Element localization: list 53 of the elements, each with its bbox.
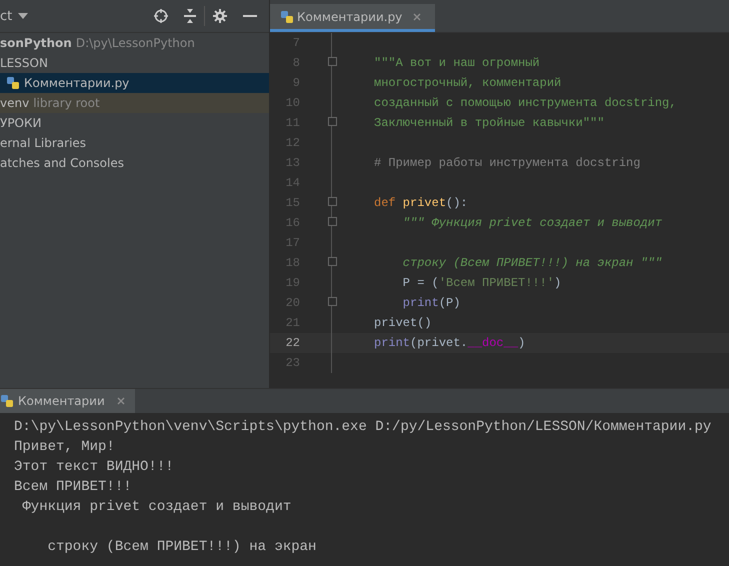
- code-line: print(P): [402, 296, 460, 310]
- panel-title: ct: [0, 8, 12, 24]
- tree-item-label: venv: [0, 96, 30, 110]
- tree-item[interactable]: Комментарии.py: [0, 73, 269, 93]
- editor-tab[interactable]: Комментарии.py: [270, 4, 436, 32]
- close-icon[interactable]: [413, 12, 422, 20]
- code-line: print(privet.__doc__): [374, 336, 526, 350]
- tree-item-label: Комментарии.py: [24, 76, 130, 90]
- code-line: def privet():: [374, 196, 468, 210]
- settings-icon[interactable]: [213, 9, 227, 23]
- tree-item-label: УРОКИ: [0, 116, 42, 130]
- fold-marker-icon[interactable]: [328, 297, 337, 306]
- console-output-line: Всем ПРИВЕТ!!!: [14, 479, 132, 495]
- tree-item[interactable]: УРОКИ: [0, 113, 269, 133]
- console-output-line: Этот текст ВИДНО!!!: [14, 459, 174, 475]
- fold-marker-icon[interactable]: [328, 197, 337, 206]
- tree-item-label: sonPython: [0, 36, 72, 50]
- console-output-line: Привет, Мир!: [14, 439, 115, 455]
- fold-marker-icon[interactable]: [328, 57, 337, 66]
- code-line: Заключенный в тройные кавычки""": [374, 116, 604, 130]
- console-output-line: строку (Всем ПРИВЕТ!!!) на экран: [46, 539, 316, 555]
- code-line: """ Функция privet создает и выводит: [402, 216, 662, 230]
- code-line: P = ('Всем ПРИВЕТ!!!'): [402, 276, 562, 290]
- console-output-line: D:\py\LessonPython\venv\Scripts\python.exe D:/py/LessonPython/LESSON/Комментарии.py: [14, 419, 712, 435]
- python-file-icon: [6, 76, 20, 90]
- tree-item[interactable]: ernal Libraries: [0, 133, 269, 153]
- fold-marker-icon[interactable]: [328, 257, 337, 266]
- run-tab[interactable]: Комментарии: [0, 389, 135, 413]
- fold-marker-icon[interactable]: [328, 117, 337, 126]
- tree-item-label: ernal Libraries: [0, 136, 86, 150]
- line-number: 22: [284, 336, 301, 350]
- python-file-icon: [0, 394, 14, 408]
- code-line: строку (Всем ПРИВЕТ!!!) на экран """: [402, 256, 662, 270]
- tree-item[interactable]: LESSON: [0, 53, 269, 73]
- tree-item-detail: D:\py\LessonPython: [76, 36, 195, 50]
- code-line: privet(): [374, 316, 432, 330]
- tree-item-detail: library root: [33, 96, 100, 110]
- collapse-icon[interactable]: [184, 9, 196, 23]
- tree-item-label: atches and Consoles: [0, 156, 124, 170]
- locate-icon[interactable]: [154, 9, 168, 23]
- code-line: многострочный, комментарий: [374, 76, 562, 90]
- console-output-line: Функция privet создает и выводит: [21, 499, 292, 515]
- tree-item-label: LESSON: [0, 56, 48, 70]
- tree-item[interactable]: sonPython D:\py\LessonPython: [0, 33, 269, 53]
- python-file-icon: [280, 10, 294, 24]
- caret-icon[interactable]: [18, 13, 28, 19]
- code-line: """А вот и наш огромный: [374, 56, 540, 70]
- tree-item[interactable]: venv library root: [0, 93, 269, 113]
- fold-marker-icon[interactable]: [328, 217, 337, 226]
- code-line: созданный с помощью инструмента docstring,: [374, 96, 676, 110]
- close-icon[interactable]: [116, 397, 125, 405]
- code-line: # Пример работы инструмента docstring: [374, 156, 640, 170]
- tree-item[interactable]: atches and Consoles: [0, 153, 269, 173]
